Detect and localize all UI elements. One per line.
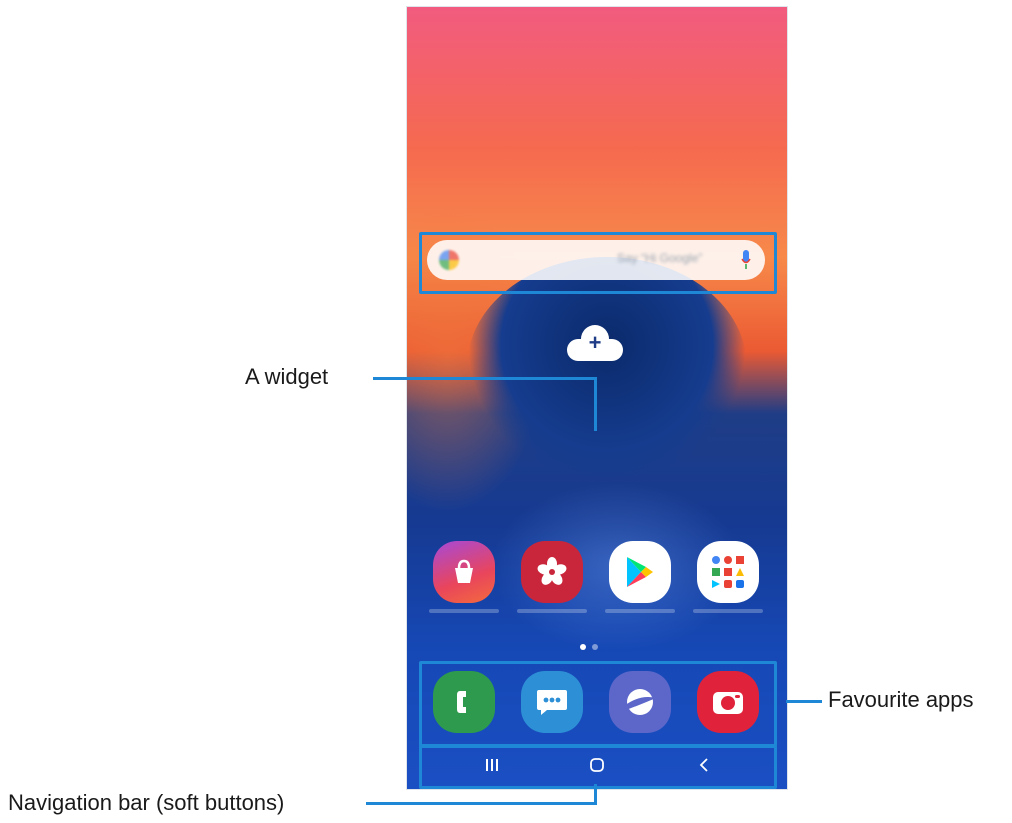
page-indicator xyxy=(580,644,610,650)
page-dot xyxy=(592,644,598,650)
navigation-callout-line xyxy=(594,784,597,805)
app-label-placeholder xyxy=(429,609,499,613)
widget-callout-line xyxy=(594,377,597,431)
favourites-highlight xyxy=(419,661,777,747)
navigation-bar-highlight xyxy=(419,745,777,789)
cloud-plus-icon[interactable]: + xyxy=(567,325,623,361)
phone-home-screen: + Say “Hi Google” xyxy=(406,6,788,790)
galaxy-store-icon[interactable] xyxy=(433,541,495,603)
app-label-placeholder xyxy=(605,609,675,613)
widget-callout-line xyxy=(373,377,597,380)
app-label-placeholder xyxy=(517,609,587,613)
widget-highlight xyxy=(419,232,777,294)
page-dot-active xyxy=(580,644,586,650)
navigation-callout-line xyxy=(366,802,597,805)
favourites-callout-line xyxy=(786,700,822,703)
widget-callout-label: A widget xyxy=(245,364,329,389)
google-folder-icon[interactable] xyxy=(697,541,759,603)
play-store-icon[interactable] xyxy=(609,541,671,603)
navigation-callout-label: Navigation bar (soft buttons) xyxy=(8,790,285,815)
favourites-callout-label: Favourite apps xyxy=(828,687,974,712)
gallery-flower-icon[interactable] xyxy=(521,541,583,603)
app-label-placeholder xyxy=(693,609,763,613)
